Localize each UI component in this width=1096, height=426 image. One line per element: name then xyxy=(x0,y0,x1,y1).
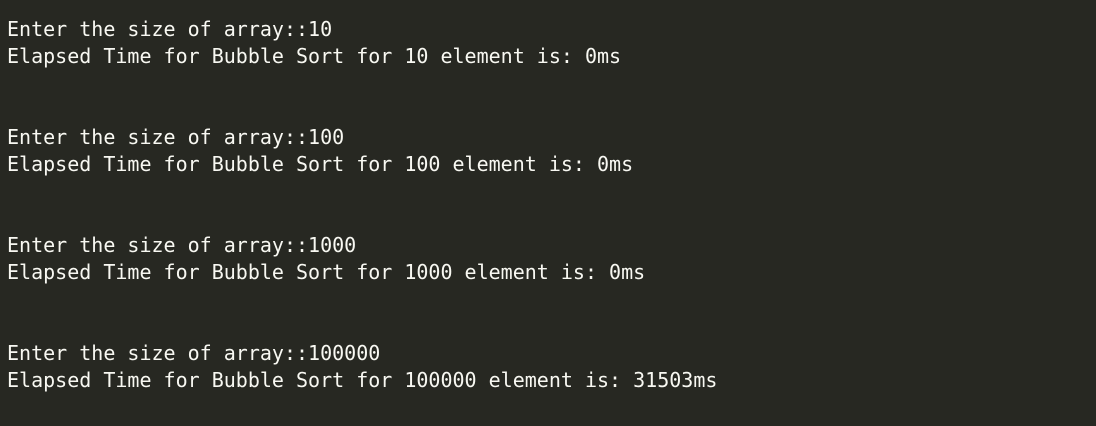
prompt-line: Enter the size of array::1000 xyxy=(7,233,357,257)
output-block-1000: Enter the size of array::1000 Elapsed Ti… xyxy=(7,232,1096,286)
output-block-10: Enter the size of array::10 Elapsed Time… xyxy=(7,16,1096,70)
prompt-line: Enter the size of array::100000 xyxy=(7,341,381,365)
output-block-100: Enter the size of array::100 Elapsed Tim… xyxy=(7,124,1096,178)
result-line: Elapsed Time for Bubble Sort for 1000 el… xyxy=(7,260,646,284)
result-line: Elapsed Time for Bubble Sort for 10 elem… xyxy=(7,44,622,68)
prompt-line: Enter the size of array::100 xyxy=(7,125,345,149)
terminal-output[interactable]: Enter the size of array::10 Elapsed Time… xyxy=(0,0,1096,426)
result-line: Elapsed Time for Bubble Sort for 100 ele… xyxy=(7,152,634,176)
prompt-line: Enter the size of array::10 xyxy=(7,17,333,41)
output-block-100000: Enter the size of array::100000 Elapsed … xyxy=(7,340,1096,394)
result-line: Elapsed Time for Bubble Sort for 100000 … xyxy=(7,368,718,392)
